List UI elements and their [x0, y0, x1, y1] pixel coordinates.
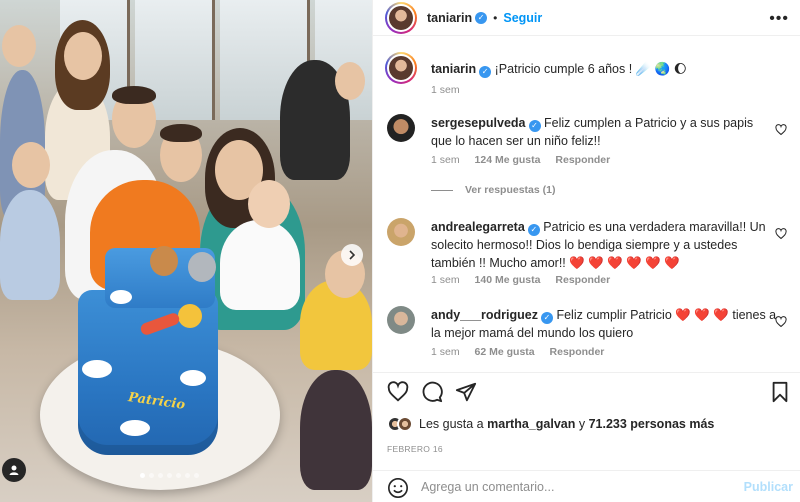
comment-username[interactable]: andrealegarreta [431, 220, 525, 234]
carousel-dot [185, 473, 190, 478]
commenter-avatar[interactable] [387, 306, 415, 334]
background-adult-head [335, 62, 365, 100]
caption-username[interactable]: taniarin [431, 62, 476, 76]
carousel-dot [140, 473, 145, 478]
comment-time[interactable]: 1 sem [431, 346, 460, 358]
comment-time[interactable]: 1 sem [431, 154, 460, 166]
cake-cloud [180, 370, 206, 386]
author-username[interactable]: taniarin [427, 11, 472, 25]
carousel-dot [194, 473, 199, 478]
cake-cloud [120, 420, 150, 436]
liker-avatar[interactable] [397, 416, 413, 432]
verified-badge-icon: ✓ [475, 12, 488, 24]
verified-badge-icon: ✓ [528, 120, 541, 132]
toddler-figure [220, 220, 300, 310]
follow-button[interactable]: Seguir [503, 11, 542, 25]
carousel-dot [167, 473, 172, 478]
caption-time[interactable]: 1 sem [431, 84, 460, 96]
comment-like-heart-icon[interactable] [775, 124, 787, 136]
post-panel: taniarin ✓ • Seguir ••• taniarin ✓ ¡Patri… [372, 0, 800, 502]
tagged-users-button[interactable] [2, 458, 26, 482]
child-head [2, 25, 36, 67]
post-photo: Patricio [0, 0, 372, 502]
likes-count[interactable]: 71.233 personas más [589, 417, 715, 431]
like-heart-icon[interactable] [387, 381, 411, 405]
cake-figurine [188, 252, 216, 282]
carousel-dot [176, 473, 181, 478]
cake-figurine [150, 246, 178, 276]
reply-button[interactable]: Responder [550, 346, 605, 358]
comment-likes[interactable]: 62 Me gusta [475, 346, 535, 358]
comment-likes[interactable]: 140 Me gusta [475, 274, 541, 286]
next-image-button[interactable] [341, 244, 363, 266]
foreground-child [300, 370, 372, 490]
chevron-right-icon [349, 250, 356, 260]
verified-badge-icon: ✓ [479, 66, 492, 78]
verified-badge-icon: ✓ [527, 224, 540, 236]
cake-cloud [110, 290, 132, 304]
verified-badge-icon: ✓ [540, 312, 553, 324]
comment-input[interactable]: Agrega un comentario... [421, 480, 554, 494]
comments-list[interactable]: taniarin ✓ ¡Patricio cumple 6 años ! ☄️ 🌏… [373, 44, 800, 364]
comment-like-heart-icon[interactable] [775, 316, 787, 328]
boy-hair [160, 124, 202, 142]
carousel-dot [158, 473, 163, 478]
comment-composer: Agrega un comentario... Publicar [373, 470, 800, 502]
author-avatar[interactable] [385, 2, 417, 34]
toddler-head [248, 180, 290, 228]
emoji-smiley-icon[interactable] [387, 477, 409, 499]
view-replies-label[interactable]: Ver respuestas (1) [465, 184, 555, 196]
small-boy-head [12, 142, 50, 188]
action-bar [373, 372, 800, 410]
cake-cloud [82, 360, 112, 378]
commenter-avatar[interactable] [387, 114, 415, 142]
more-options-icon[interactable]: ••• [769, 10, 789, 28]
post-media[interactable]: Patricio [0, 0, 372, 502]
comment-like-heart-icon[interactable] [775, 228, 787, 240]
carousel-dots [140, 473, 199, 478]
likes-middle: y [578, 417, 586, 431]
comment-username[interactable]: andy___rodriguez [431, 308, 538, 322]
commenter-avatar[interactable] [387, 218, 415, 246]
post-header: taniarin ✓ • Seguir ••• [373, 0, 800, 36]
share-paper-plane-icon[interactable] [455, 381, 479, 405]
save-bookmark-icon[interactable] [769, 381, 793, 405]
user-icon [9, 465, 19, 475]
cake-sun [178, 304, 202, 328]
man-hair [112, 86, 156, 104]
small-boy-figure [0, 190, 60, 300]
reply-button[interactable]: Responder [555, 154, 610, 166]
carousel-dot [149, 473, 154, 478]
comment-likes[interactable]: 124 Me gusta [475, 154, 541, 166]
view-replies-button[interactable]: Ver respuestas (1) [431, 184, 555, 196]
comment-username[interactable]: sergesepulveda [431, 116, 526, 130]
author-avatar[interactable] [385, 52, 417, 84]
comment-time[interactable]: 1 sem [431, 274, 460, 286]
post-date[interactable]: FEBRERO 16 [387, 444, 443, 454]
reply-button[interactable]: Responder [555, 274, 610, 286]
publish-button[interactable]: Publicar [744, 480, 793, 494]
likes-prefix: Les gusta a [419, 417, 484, 431]
liker-username[interactable]: martha_galvan [487, 417, 575, 431]
comment-bubble-icon[interactable] [421, 381, 445, 405]
caption-text: ¡Patricio cumple 6 años ! ☄️ 🌏 🌔 [494, 62, 687, 76]
girl-head [64, 32, 102, 80]
likes-summary: Les gusta a martha_galvan y 71.233 perso… [387, 416, 714, 432]
